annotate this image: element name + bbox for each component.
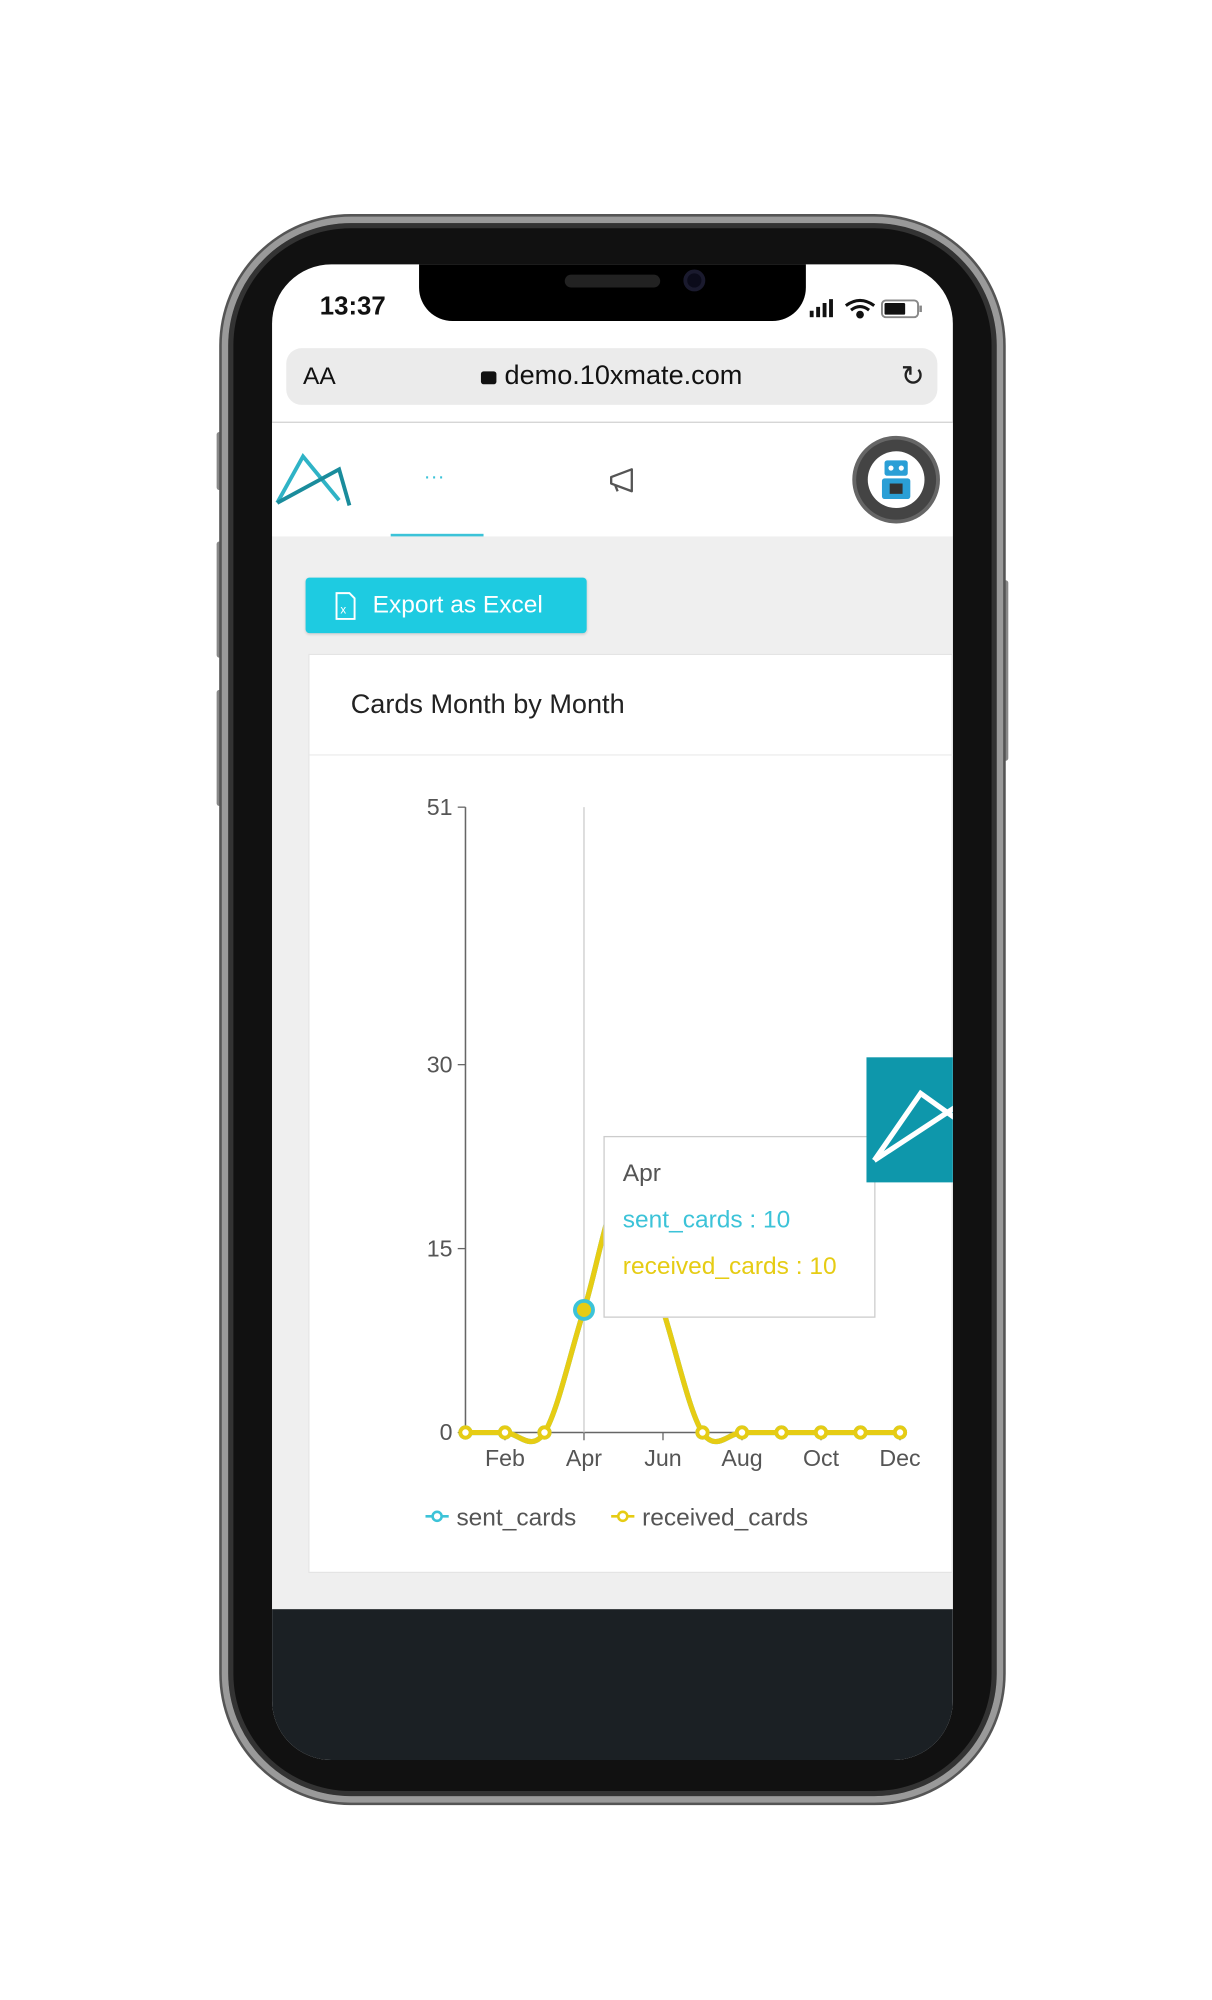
main-content: x Export as Excel Cards Month by Month 0…: [272, 536, 953, 1610]
megaphone-icon[interactable]: [607, 467, 638, 495]
data-point-received_cards: [892, 1425, 908, 1440]
legend-label-sent_cards: sent_cards: [456, 1504, 576, 1531]
notch: [419, 264, 806, 322]
y-tick-label: 0: [440, 1419, 453, 1445]
reload-icon[interactable]: ↻: [901, 360, 925, 394]
data-point-received_cards: [458, 1425, 473, 1440]
signal-icon: [809, 299, 833, 318]
data-point-received_cards: [537, 1425, 552, 1440]
data-point-received_cards: [734, 1425, 750, 1440]
tooltip-sent: sent_cards : 10: [622, 1206, 791, 1234]
export-excel-button[interactable]: x Export as Excel: [305, 577, 587, 634]
robot-logo-icon: [867, 451, 925, 509]
x-tick-label: Feb: [485, 1445, 525, 1471]
export-label: Export as Excel: [372, 591, 543, 619]
x-tick-label: Apr: [566, 1445, 602, 1471]
lock-icon: [481, 371, 497, 385]
phone-screen: 13:37 AA demo.10xmate.com ↻ ... x Export…: [272, 264, 953, 1761]
data-point-received_cards: [813, 1425, 829, 1440]
excel-file-icon: x: [335, 591, 356, 620]
data-point-received_cards: [497, 1425, 513, 1440]
highlighted-point: [573, 1298, 595, 1321]
svg-text:x: x: [340, 603, 346, 616]
tooltip-received: received_cards : 10: [622, 1253, 837, 1281]
line-chart: 0 15 30 51 Feb Apr Jun Aug Oct Dec sent_cards recei…: [425, 794, 921, 1531]
x-tick-label: Oct: [803, 1445, 840, 1471]
data-point-received_cards: [853, 1425, 868, 1440]
url-bar[interactable]: AA demo.10xmate.com ↻: [286, 348, 938, 405]
speaker: [564, 274, 661, 288]
avatar[interactable]: [852, 435, 940, 524]
more-menu-tab[interactable]: ...: [424, 462, 445, 485]
stage: 13:37 AA demo.10xmate.com ↻ ... x Export…: [0, 0, 1212, 2000]
app-logo-icon: [872, 1089, 953, 1163]
x-tick-label: Dec: [879, 1445, 920, 1471]
status-time: 13:37: [319, 292, 386, 322]
x-tick-label: Aug: [721, 1445, 762, 1471]
chart-tooltip: Apr sent_cards : 10 received_cards : 10: [603, 1135, 876, 1318]
battery-icon: [880, 299, 922, 319]
legend-marker-sent_cards: [431, 1510, 443, 1523]
wifi-icon: [844, 298, 876, 319]
app-logo-icon[interactable]: [275, 451, 355, 508]
floating-widget-button[interactable]: [866, 1057, 953, 1183]
y-tick-label: 51: [427, 794, 453, 820]
y-tick-label: 15: [427, 1235, 453, 1261]
legend-marker-received_cards: [616, 1510, 629, 1523]
app-header: ...: [272, 422, 953, 538]
y-tick-label: 30: [427, 1051, 453, 1077]
url-container: demo.10xmate.com: [286, 361, 937, 392]
camera: [683, 269, 706, 292]
status-icons: [809, 298, 922, 319]
x-tick-label: Jun: [644, 1445, 681, 1471]
chart-card: Cards Month by Month 0 15 30 51 Feb Apr Jun Aug…: [308, 653, 953, 1574]
url-text[interactable]: demo.10xmate.com: [505, 361, 743, 391]
data-point-received_cards: [695, 1425, 710, 1440]
data-point-received_cards: [774, 1425, 789, 1440]
bottom-bar: [272, 1609, 953, 1761]
tooltip-month: Apr: [622, 1160, 661, 1188]
legend-label-received_cards: received_cards: [642, 1504, 808, 1531]
